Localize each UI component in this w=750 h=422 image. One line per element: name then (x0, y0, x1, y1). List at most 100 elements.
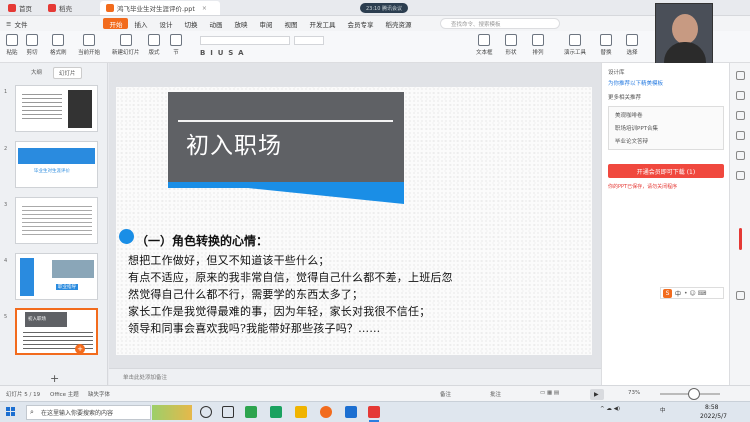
menu-design[interactable]: 设计 (153, 18, 178, 29)
menu-docer-resources[interactable]: 稻壳资源 (379, 18, 417, 29)
body-text-line[interactable]: 想把工作做好，但又不知道该干些什么； (128, 252, 330, 268)
menu-file[interactable]: ≡ 文件 (0, 18, 33, 29)
meeting-indicator[interactable]: 23:10 腾讯会议 (360, 3, 408, 13)
body-text-line[interactable]: 家长工作是我觉得最难的事，因为年轻，家长对我很不信任； (128, 303, 430, 319)
play-from-current-button[interactable]: 当前开始 (78, 34, 100, 56)
demo-tools-button[interactable]: 演示工具 (564, 34, 586, 56)
slide-title[interactable]: 初入职场 (186, 126, 282, 160)
help-icon[interactable] (736, 171, 745, 180)
slide-thumbnail-3[interactable] (15, 197, 98, 244)
menu-insert[interactable]: 插入 (128, 18, 153, 29)
slideshow-play-button[interactable]: ▶ (590, 389, 604, 400)
missing-font-button[interactable]: 缺失字体 (88, 390, 110, 398)
layout-label: 版式 (148, 50, 160, 56)
task-view-icon[interactable] (222, 406, 234, 418)
wechat-icon[interactable] (270, 406, 282, 418)
new-slide-button[interactable]: 新建幻灯片 (112, 34, 140, 56)
recommend-link[interactable]: 为你推荐以下精美模板 (608, 79, 663, 87)
shape-button[interactable]: 形状 (505, 34, 517, 56)
tab-outline[interactable]: 大纲 (26, 67, 47, 79)
windows-start-icon[interactable] (6, 407, 16, 417)
style-icon[interactable] (736, 91, 745, 100)
template-item[interactable]: 毕业论文答辩 (615, 137, 648, 145)
comments-toggle[interactable]: 批注 (490, 390, 501, 398)
arrange-button[interactable]: 排列 (532, 34, 544, 56)
menu-review[interactable]: 审阅 (253, 18, 278, 29)
paste-button[interactable]: 粘贴 (6, 34, 18, 56)
notes-toggle[interactable]: 备注 (440, 390, 451, 398)
member-download-button[interactable]: 开通会员即可下载 (1) (608, 164, 724, 178)
input-method-bar[interactable]: S 中 • ☺ ⌨ (660, 287, 724, 299)
menu-devtools[interactable]: 开发工具 (303, 18, 341, 29)
menu-slideshow[interactable]: 放映 (228, 18, 253, 29)
menu-view[interactable]: 视图 (278, 18, 303, 29)
tab-document[interactable]: 鸿飞毕业生对生涯评价.ppt × (100, 1, 220, 15)
menu-animation[interactable]: 动画 (203, 18, 228, 29)
body-text-line[interactable]: 有点不适应，原来的我非常自信，觉得自己什么都不差，上班后忽 (128, 269, 453, 285)
slide[interactable]: 初入职场 （一）角色转换的心情： 想把工作做好，但又不知道该干些什么； 有点不适… (116, 87, 592, 355)
tab-docer[interactable]: 稻壳 (42, 1, 78, 15)
font-size-select[interactable] (294, 36, 324, 45)
animation-icon[interactable] (736, 111, 745, 120)
add-animation-icon[interactable]: + (75, 344, 85, 354)
home-icon (8, 4, 16, 12)
settings-icon[interactable] (736, 131, 745, 140)
tray-icons[interactable]: ^ ☁ ◀) (600, 406, 620, 412)
menu-transition[interactable]: 切换 (178, 18, 203, 29)
menu-start[interactable]: 开始 (103, 18, 129, 29)
close-icon[interactable]: × (202, 5, 207, 12)
font-family-select[interactable] (200, 36, 290, 45)
menu-member[interactable]: 会员专享 (341, 18, 379, 29)
title-box[interactable]: 初入职场 (168, 92, 404, 182)
textbox-button[interactable]: 文本框 (476, 34, 493, 56)
slide-thumbnail-4[interactable]: 职业指导 (15, 253, 98, 300)
replace-button[interactable]: 替换 (600, 34, 612, 56)
tab-slides[interactable]: 幻灯片 (53, 67, 82, 79)
wps-icon[interactable] (368, 406, 380, 418)
thumbnail-photo (68, 90, 92, 128)
edge-icon[interactable] (245, 406, 257, 418)
zoom-level[interactable]: 73% (628, 390, 640, 396)
template-item[interactable]: 美观咖啡卷 (615, 111, 643, 119)
play-from-current-label: 当前开始 (78, 50, 101, 56)
body-text-line[interactable]: 领导和同事会喜欢我吗?我能带好那些孩子吗？…… (128, 320, 381, 336)
taskbar-search-input[interactable]: 在这里输入你要搜索的内容 (26, 405, 151, 420)
video-call-feed[interactable] (655, 3, 713, 66)
slide-counter: 幻灯片 5 / 19 (6, 392, 41, 398)
command-search-input[interactable]: 查找命令、搜索模板 (440, 18, 560, 29)
clock-date[interactable]: 2022/5/7 (700, 413, 727, 420)
replace-icon (600, 34, 612, 46)
speaker-notes-input[interactable]: 单击此处添加备注 (109, 368, 601, 385)
font-style-row[interactable]: B I U S A (200, 49, 324, 58)
share-icon[interactable] (736, 151, 745, 160)
view-mode-icons[interactable]: ▭ ▦ ▤ (540, 390, 559, 396)
body-text-line[interactable]: 然觉得自己什么都不行，需要学的东西太多了； (128, 286, 363, 302)
clock-time[interactable]: 8:58 (705, 404, 718, 411)
title-rule (178, 120, 393, 122)
collapse-icon[interactable] (736, 291, 745, 300)
select-icon[interactable] (736, 71, 745, 80)
tab-home[interactable]: 首页 (2, 1, 38, 15)
meeting-app-icon[interactable] (345, 406, 357, 418)
select-button[interactable]: 选择 (626, 34, 638, 56)
layout-button[interactable]: 版式 (148, 34, 160, 56)
slide-thumbnail-5[interactable]: 初入职场 + (15, 308, 98, 355)
browser-icon[interactable] (320, 406, 332, 418)
slide-thumbnail-2[interactable]: 毕业生对生涯评价 (15, 141, 98, 188)
file-explorer-icon[interactable] (295, 406, 307, 418)
add-slide-button[interactable]: + (50, 372, 59, 385)
slide-thumbnail-1[interactable] (15, 85, 98, 132)
news-widget[interactable] (152, 405, 192, 420)
design-side-panel: 设计库 为你推荐以下精美模板 更多相关推荐 美观咖啡卷 职场培训PPT合集 毕业… (601, 63, 729, 385)
format-painter-button[interactable]: 格式刷 (50, 34, 67, 56)
cortana-icon[interactable] (200, 406, 212, 418)
zoom-slider-handle[interactable] (688, 388, 700, 400)
cut-button[interactable]: 剪切 (26, 34, 38, 56)
format-painter-label: 格式刷 (50, 50, 67, 56)
thumbnail-number: 2 (4, 146, 8, 152)
section-heading[interactable]: （一）角色转换的心情： (136, 232, 268, 249)
section-label: 节 (173, 50, 179, 56)
tray-lang[interactable]: 中 (660, 406, 666, 414)
template-item[interactable]: 职场培训PPT合集 (615, 124, 658, 132)
section-button[interactable]: 节 (170, 34, 182, 56)
